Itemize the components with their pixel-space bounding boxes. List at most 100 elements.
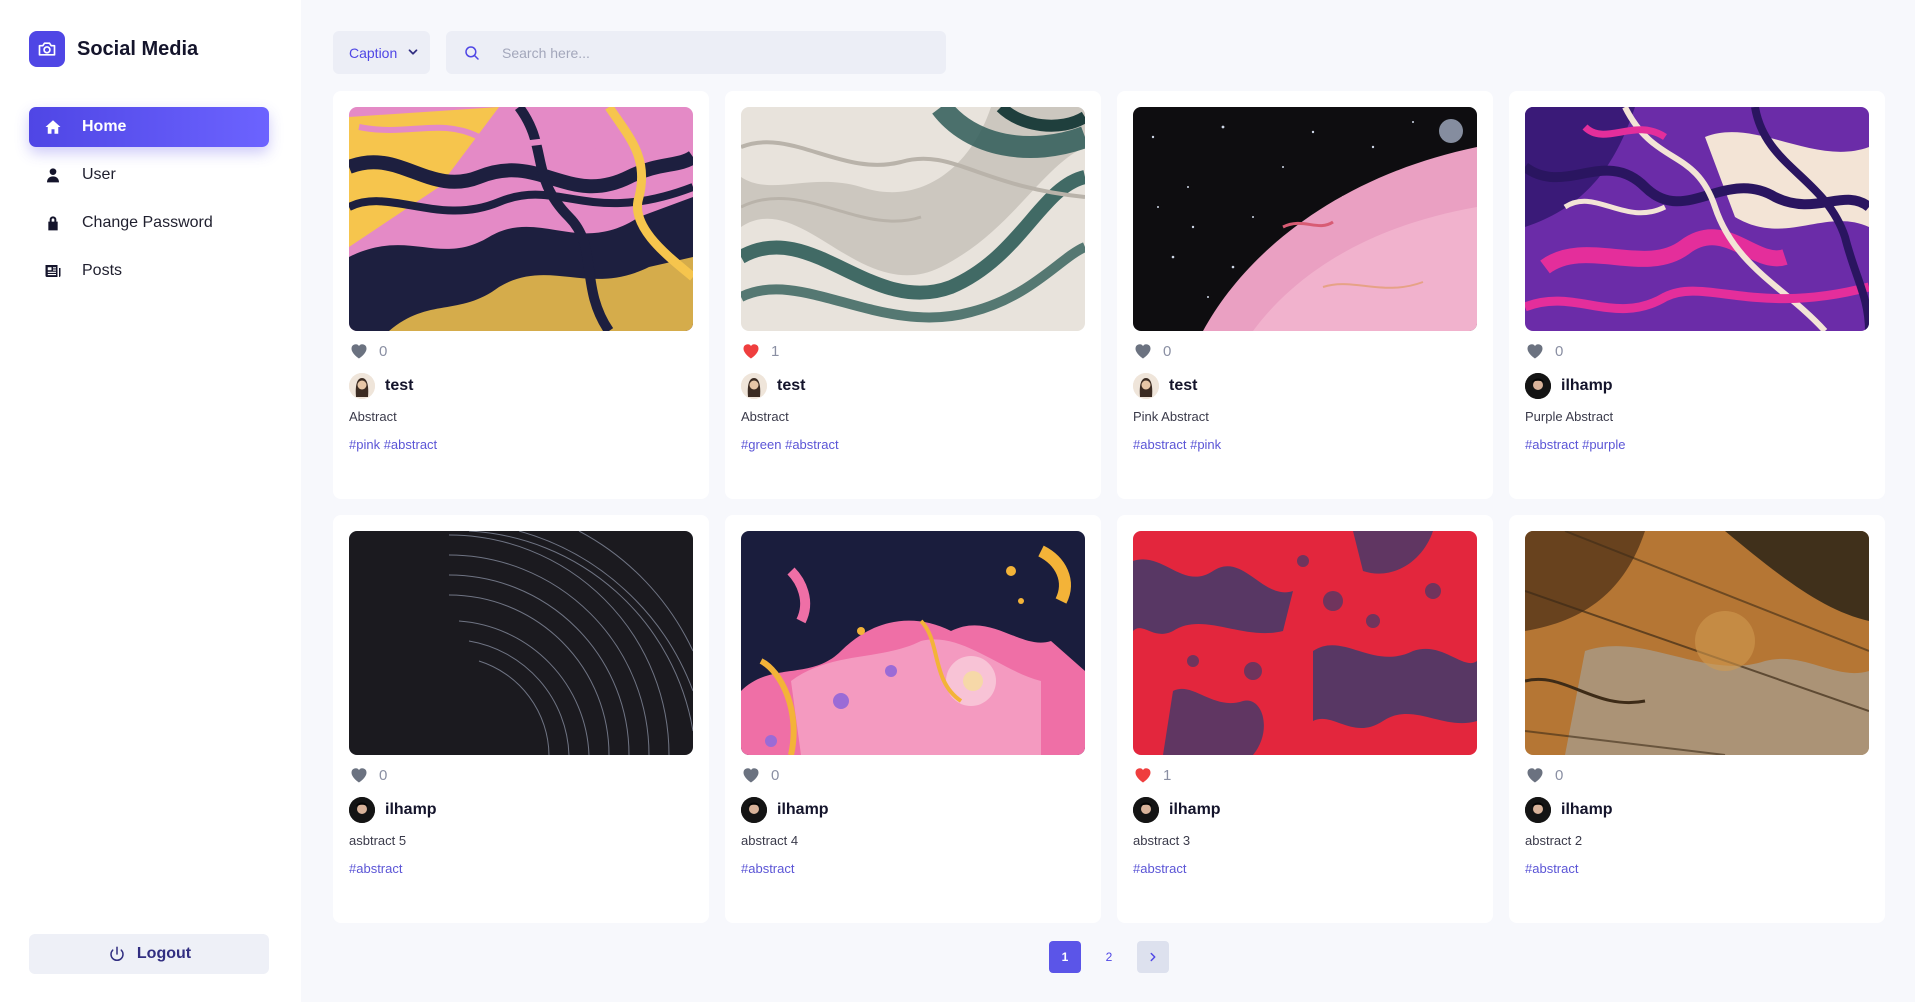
like-counter: 0 [741,765,779,785]
post-tags[interactable]: #abstract [1133,861,1186,876]
sidebar: Social Media Home User Change Password P… [0,0,301,1002]
avatar [349,797,375,823]
post-author[interactable]: ilhamp [1133,797,1221,823]
post-image[interactable] [741,107,1085,331]
like-count: 1 [771,342,780,360]
like-count: 0 [1163,342,1172,360]
sidebar-item-home[interactable]: Home [29,107,269,147]
brand[interactable]: Social Media [29,31,198,67]
search-bar [446,31,946,74]
author-name: ilhamp [1561,801,1613,818]
post-caption: Abstract [741,409,789,424]
filter-select-value: Caption [349,44,398,61]
post-author[interactable]: test [741,373,805,399]
post-author[interactable]: ilhamp [1525,373,1613,399]
next-page-button[interactable] [1137,941,1169,973]
heart-icon[interactable] [1133,765,1153,785]
post-card[interactable]: 0 ilhamp asbtract 5 #abstract [333,515,709,923]
like-count: 0 [1555,342,1564,360]
pagination: 1 2 [1049,941,1181,973]
post-tags[interactable]: #pink #abstract [349,437,437,452]
post-tags[interactable]: #abstract #purple [1525,437,1625,452]
post-card[interactable]: 0 test Pink Abstract #abstract #pink [1117,91,1493,499]
like-count: 1 [1163,766,1172,784]
heart-icon[interactable] [1133,341,1153,361]
post-author[interactable]: ilhamp [741,797,829,823]
sidebar-item-label: Change Password [82,214,213,231]
post-caption: abstract 4 [741,833,799,848]
search-icon[interactable] [462,43,482,63]
lock-icon [43,213,63,233]
avatar [741,373,767,399]
avatar [1133,797,1159,823]
post-tags[interactable]: #green #abstract [741,437,839,452]
chevron-down-icon [406,45,420,59]
home-icon [43,117,63,137]
post-image[interactable] [1525,531,1869,755]
post-image[interactable] [1525,107,1869,331]
author-name: test [777,377,806,394]
like-count: 0 [379,342,388,360]
post-tags[interactable]: #abstract [349,861,402,876]
sidebar-item-label: User [82,166,116,183]
author-name: ilhamp [1561,377,1613,394]
post-card[interactable]: 0 test Abstract #pink #abstract [333,91,709,499]
author-name: ilhamp [1169,801,1221,818]
post-image[interactable] [1133,531,1477,755]
heart-icon[interactable] [1525,341,1545,361]
heart-icon[interactable] [741,765,761,785]
camera-icon [29,31,65,67]
post-caption: Pink Abstract [1133,409,1209,424]
page-1-button[interactable]: 1 [1049,941,1081,973]
newspaper-icon [43,261,63,281]
post-author[interactable]: ilhamp [349,797,437,823]
post-card[interactable]: 0 ilhamp abstract 2 #abstract [1509,515,1885,923]
post-image[interactable] [349,107,693,331]
sidebar-item-label: Posts [82,262,123,279]
author-name: ilhamp [777,801,829,818]
post-card[interactable]: 1 ilhamp abstract 3 #abstract [1117,515,1493,923]
post-caption: Purple Abstract [1525,409,1614,424]
sidebar-item-user[interactable]: User [29,155,269,195]
sidebar-item-label: Home [82,118,127,135]
post-author[interactable]: ilhamp [1525,797,1613,823]
post-card[interactable]: 1 test Abstract #green #abstract [725,91,1101,499]
heart-icon[interactable] [1525,765,1545,785]
sidebar-nav: Home User Change Password Posts [29,107,269,299]
author-name: ilhamp [385,801,437,818]
post-tags[interactable]: #abstract [741,861,794,876]
logout-label: Logout [136,945,192,962]
like-counter: 1 [1133,765,1171,785]
avatar [349,373,375,399]
post-tags[interactable]: #abstract #pink [1133,437,1221,452]
page-2-button[interactable]: 2 [1093,941,1125,973]
heart-icon[interactable] [349,341,369,361]
avatar [1133,373,1159,399]
like-counter: 0 [349,765,387,785]
search-input[interactable] [502,44,882,61]
post-caption: Abstract [349,409,397,424]
avatar [1525,797,1551,823]
like-counter: 1 [741,341,779,361]
author-name: test [1169,377,1198,394]
post-caption: abstract 2 [1525,833,1583,848]
filter-select[interactable]: Caption [333,31,430,74]
post-image[interactable] [741,531,1085,755]
heart-icon[interactable] [349,765,369,785]
sidebar-item-posts[interactable]: Posts [29,251,269,291]
post-image[interactable] [349,531,693,755]
post-author[interactable]: test [1133,373,1197,399]
post-card[interactable]: 0 ilhamp Purple Abstract #abstract #purp… [1509,91,1885,499]
like-counter: 0 [1133,341,1171,361]
post-author[interactable]: test [349,373,413,399]
author-name: test [385,377,414,394]
post-tags[interactable]: #abstract [1525,861,1578,876]
sidebar-item-change-password[interactable]: Change Password [29,203,269,243]
heart-icon[interactable] [741,341,761,361]
avatar [741,797,767,823]
post-image[interactable] [1133,107,1477,331]
logout-button[interactable]: Logout [29,934,269,974]
power-icon [107,944,127,964]
post-card[interactable]: 0 ilhamp abstract 4 #abstract [725,515,1101,923]
post-caption: asbtract 5 [349,833,407,848]
